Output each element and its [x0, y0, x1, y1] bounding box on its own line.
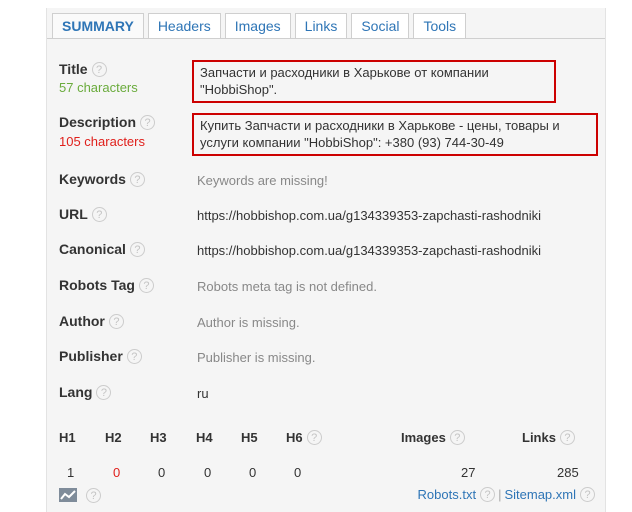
footer-links: Robots.txt? | Sitemap.xml?: [418, 487, 595, 503]
lang-label-wrap: Lang?: [59, 384, 112, 401]
canonical-label: Canonical: [59, 241, 126, 257]
images-header-label: Images: [401, 430, 446, 445]
keywords-value: Keywords are missing!: [197, 173, 328, 188]
keywords-help-icon[interactable]: ?: [129, 171, 145, 187]
description-help-icon[interactable]: ?: [140, 114, 156, 130]
images-header: Images?: [401, 430, 465, 446]
title-label-wrap: Title?: [59, 61, 107, 78]
author-label: Author: [59, 313, 105, 329]
h4-header: H4: [196, 430, 213, 445]
publisher-label-wrap: Publisher?: [59, 348, 142, 365]
links-count: 285: [557, 465, 579, 480]
images-help-icon[interactable]: ?: [449, 430, 465, 446]
publisher-value: Publisher is missing.: [197, 350, 316, 365]
links-header: Links?: [522, 430, 575, 446]
h2-header: H2: [105, 430, 122, 445]
url-value: https://hobbishop.com.ua/g134339353-zapc…: [197, 208, 542, 223]
robots-txt-help-icon[interactable]: ?: [480, 487, 496, 503]
links-help-icon[interactable]: ?: [559, 430, 575, 446]
tab-divider: [47, 38, 605, 39]
footer-separator: |: [498, 487, 502, 502]
h5-header: H5: [241, 430, 258, 445]
description-label-wrap: Description?: [59, 114, 156, 131]
keywords-label: Keywords: [59, 171, 126, 187]
h3-header: H3: [150, 430, 167, 445]
h6-header: H6?: [286, 430, 322, 446]
h1-header: H1: [59, 430, 76, 445]
robots-tag-help-icon[interactable]: ?: [138, 277, 154, 293]
robots-tag-label: Robots Tag: [59, 277, 135, 293]
author-value: Author is missing.: [197, 315, 300, 330]
sitemap-xml-link[interactable]: Sitemap.xml: [504, 487, 576, 502]
tab-headers[interactable]: Headers: [147, 13, 221, 39]
canonical-label-wrap: Canonical?: [59, 241, 145, 258]
lang-value: ru: [197, 386, 209, 401]
description-value: Купить Запчасти и расходники в Харькове …: [192, 113, 598, 156]
h4-count: 0: [204, 465, 212, 480]
author-help-icon[interactable]: ?: [108, 313, 124, 329]
h3-count: 0: [158, 465, 166, 480]
h1-count: 1: [67, 465, 75, 480]
canonical-value: https://hobbishop.com.ua/g134339353-zapc…: [197, 243, 542, 258]
tab-links[interactable]: Links: [294, 13, 348, 39]
h5-count: 0: [249, 465, 257, 480]
lang-label: Lang: [59, 384, 93, 400]
title-help-icon[interactable]: ?: [91, 61, 107, 77]
robots-txt-link[interactable]: Robots.txt: [418, 487, 477, 502]
keywords-label-wrap: Keywords?: [59, 171, 145, 188]
links-header-label: Links: [522, 430, 556, 445]
canonical-help-icon[interactable]: ?: [129, 241, 145, 257]
images-count: 27: [461, 465, 476, 480]
description-label: Description: [59, 114, 137, 130]
tab-summary[interactable]: SUMMARY: [52, 13, 144, 39]
url-label: URL: [59, 206, 88, 222]
robots-tag-value: Robots meta tag is not defined.: [197, 279, 377, 294]
sitemap-help-icon[interactable]: ?: [580, 487, 595, 503]
title-length: 57 characters: [59, 80, 138, 95]
url-help-icon[interactable]: ?: [91, 206, 107, 222]
description-length: 105 characters: [59, 134, 145, 149]
h2-count: 0: [113, 465, 121, 480]
publisher-help-icon[interactable]: ?: [126, 348, 142, 364]
title-value: Запчасти и расходники в Харькове от комп…: [192, 60, 556, 103]
headings-help-icon[interactable]: ?: [306, 430, 322, 446]
tab-images[interactable]: Images: [224, 13, 291, 39]
h6-header-label: H6: [286, 430, 303, 445]
seo-summary-panel: SUMMARY Headers Images Links Social Tool…: [46, 8, 606, 512]
tab-bar: SUMMARY Headers Images Links Social Tool…: [52, 13, 470, 39]
url-label-wrap: URL?: [59, 206, 107, 223]
tab-social[interactable]: Social: [351, 13, 410, 39]
tab-tools[interactable]: Tools: [413, 13, 467, 39]
author-label-wrap: Author?: [59, 313, 124, 330]
h6-count: 0: [294, 465, 302, 480]
trend-help-icon[interactable]: ?: [86, 488, 101, 503]
robots-tag-label-wrap: Robots Tag?: [59, 277, 154, 294]
lang-help-icon[interactable]: ?: [96, 384, 112, 400]
title-label: Title: [59, 61, 88, 77]
trend-chart-icon[interactable]: [59, 488, 77, 502]
publisher-label: Publisher: [59, 348, 123, 364]
